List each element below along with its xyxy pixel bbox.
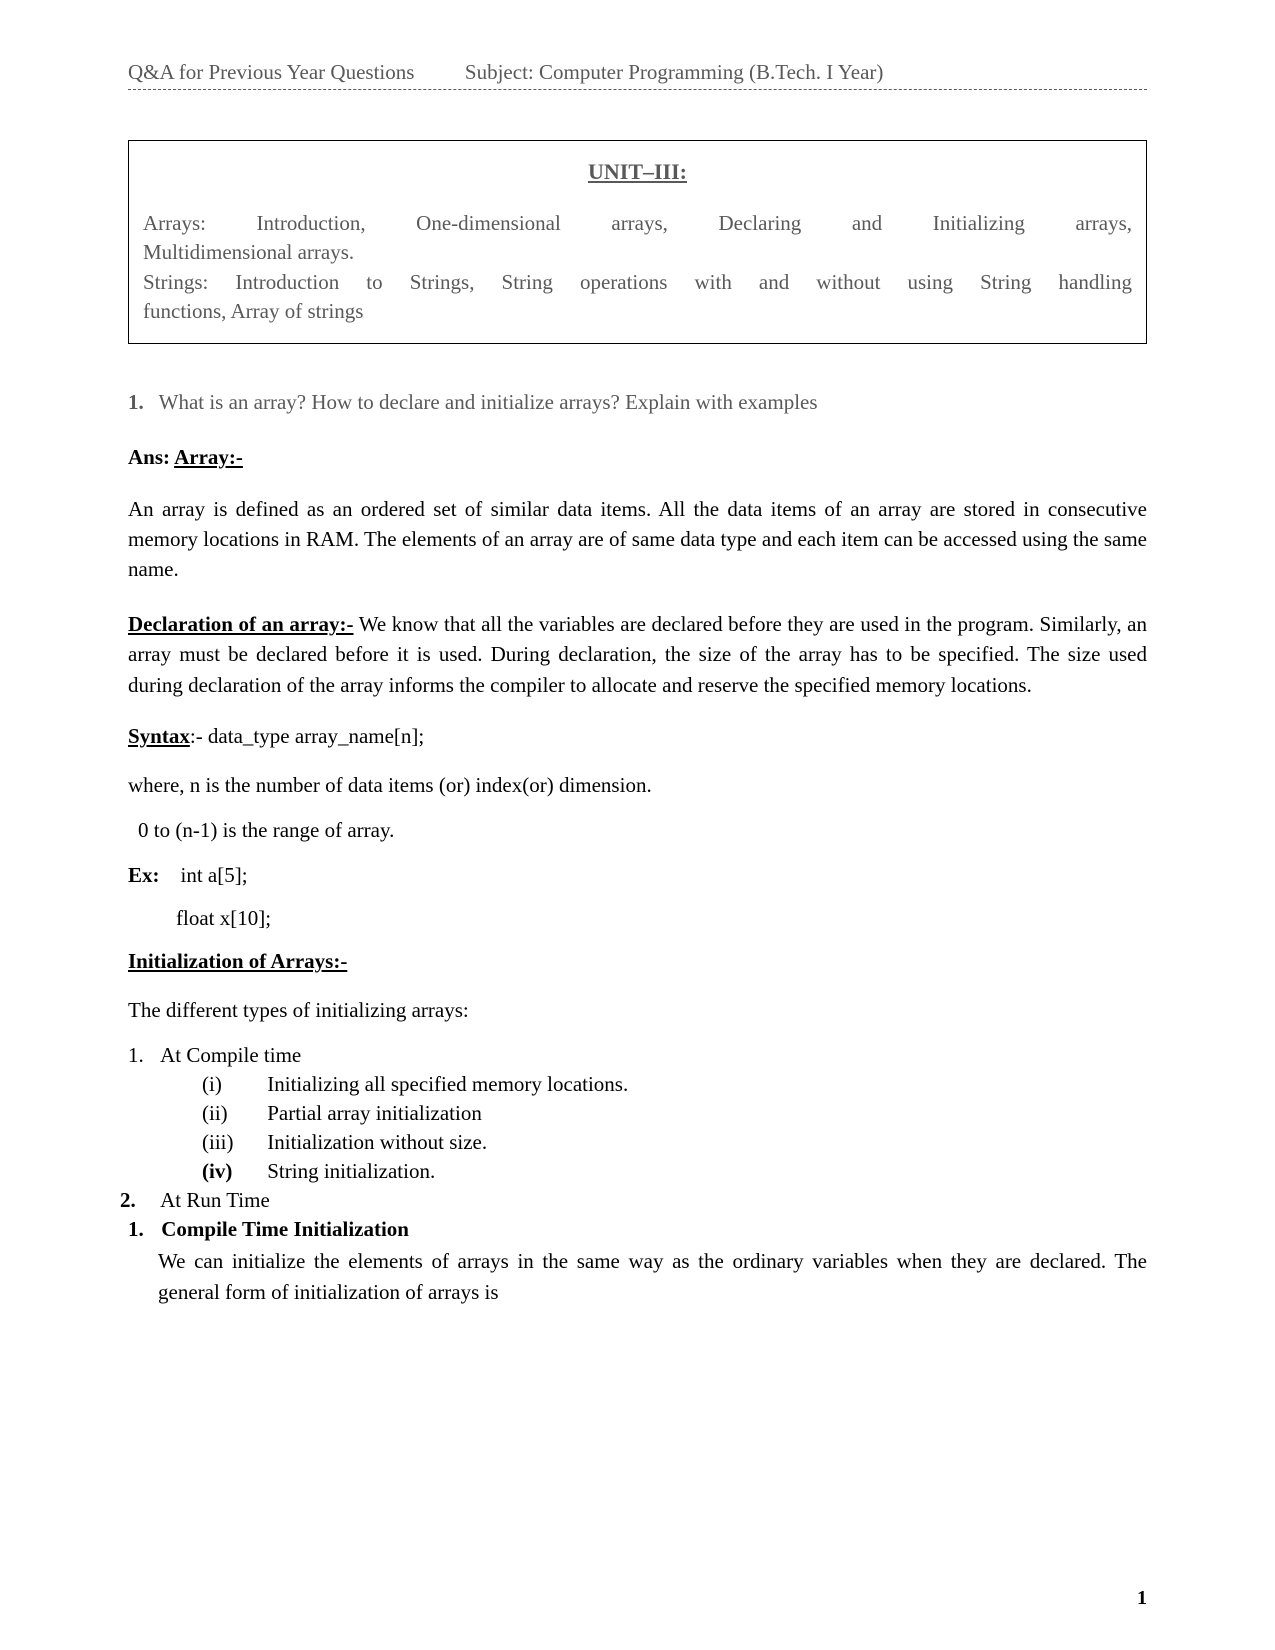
sub-text-3: Initialization without size. <box>267 1130 487 1154</box>
continue-paragraph: We can initialize the elements of arrays… <box>158 1246 1147 1307</box>
array-definition: An array is defined as an ordered set of… <box>128 494 1147 585</box>
unit-line2: Multidimensional arrays. <box>143 238 1132 267</box>
list-item-3: 1. Compile Time Initialization <box>128 1217 1147 1242</box>
sub-text-1: Initializing all specified memory locati… <box>267 1072 628 1096</box>
sub-text-4: String initialization. <box>267 1159 435 1183</box>
where-line: where, n is the number of data items (or… <box>128 773 1147 798</box>
list-num-1: 1. <box>128 1043 156 1068</box>
roman-2: (ii) <box>202 1101 262 1126</box>
unit-title: UNIT–III: <box>143 159 1132 185</box>
example-text1: int a[5]; <box>181 863 248 887</box>
syntax-text: :- data_type array_name[n]; <box>190 724 424 748</box>
roman-1: (i) <box>202 1072 262 1097</box>
list-item-1: 1. At Compile time <box>128 1043 1147 1068</box>
initialization-intro: The different types of initializing arra… <box>128 998 1147 1023</box>
list-item-2: 2. At Run Time <box>120 1188 1147 1213</box>
sub-item-1: (i) Initializing all specified memory lo… <box>176 1072 1147 1097</box>
unit-content: Arrays: Introduction, One-dimensional ar… <box>143 209 1132 327</box>
example-line2: float x[10]; <box>128 906 1147 931</box>
list-text-2: At Run Time <box>160 1188 270 1212</box>
list-text-3: Compile Time Initialization <box>161 1217 409 1241</box>
unit-line4: functions, Array of strings <box>143 297 1132 326</box>
ans-title: Array:- <box>174 445 243 469</box>
list-num-2: 2. <box>120 1188 156 1213</box>
ans-prefix: Ans: <box>128 445 170 469</box>
page-header: Q&A for Previous Year Questions Subject:… <box>128 60 1147 85</box>
sub-item-2: (ii) Partial array initialization <box>176 1101 1147 1126</box>
example-label: Ex: <box>128 863 160 887</box>
list-num-3: 1. <box>128 1217 156 1242</box>
answer-label: Ans: Array:- <box>128 445 1147 470</box>
question-text: What is an array? How to declare and ini… <box>159 390 818 414</box>
question: 1. What is an array? How to declare and … <box>128 390 1147 415</box>
page-number: 1 <box>1137 1587 1147 1610</box>
declaration-paragraph: Declaration of an array:- We know that a… <box>128 609 1147 700</box>
roman-3: (iii) <box>202 1130 262 1155</box>
list-text-1: At Compile time <box>160 1043 301 1067</box>
initialization-header: Initialization of Arrays:- <box>128 949 1147 974</box>
unit-line1: Arrays: Introduction, One-dimensional ar… <box>143 209 1132 238</box>
sub-item-4: (iv) String initialization. <box>176 1159 1147 1184</box>
declaration-title: Declaration of an array:- <box>128 612 354 636</box>
unit-line3: Strings: Introduction to Strings, String… <box>143 268 1132 297</box>
sub-item-3: (iii) Initialization without size. <box>176 1130 1147 1155</box>
roman-4: (iv) <box>202 1159 262 1184</box>
syntax-line: Syntax:- data_type array_name[n]; <box>128 724 1147 749</box>
syntax-label: Syntax <box>128 724 190 748</box>
example-line1: Ex: int a[5]; <box>128 863 1147 888</box>
sub-text-2: Partial array initialization <box>267 1101 482 1125</box>
range-line: 0 to (n-1) is the range of array. <box>128 818 1147 843</box>
header-separator <box>128 89 1147 90</box>
header-right: Subject: Computer Programming (B.Tech. I… <box>465 60 883 84</box>
question-number: 1. <box>128 390 144 414</box>
header-left: Q&A for Previous Year Questions <box>128 60 414 84</box>
unit-box: UNIT–III: Arrays: Introduction, One-dime… <box>128 140 1147 344</box>
